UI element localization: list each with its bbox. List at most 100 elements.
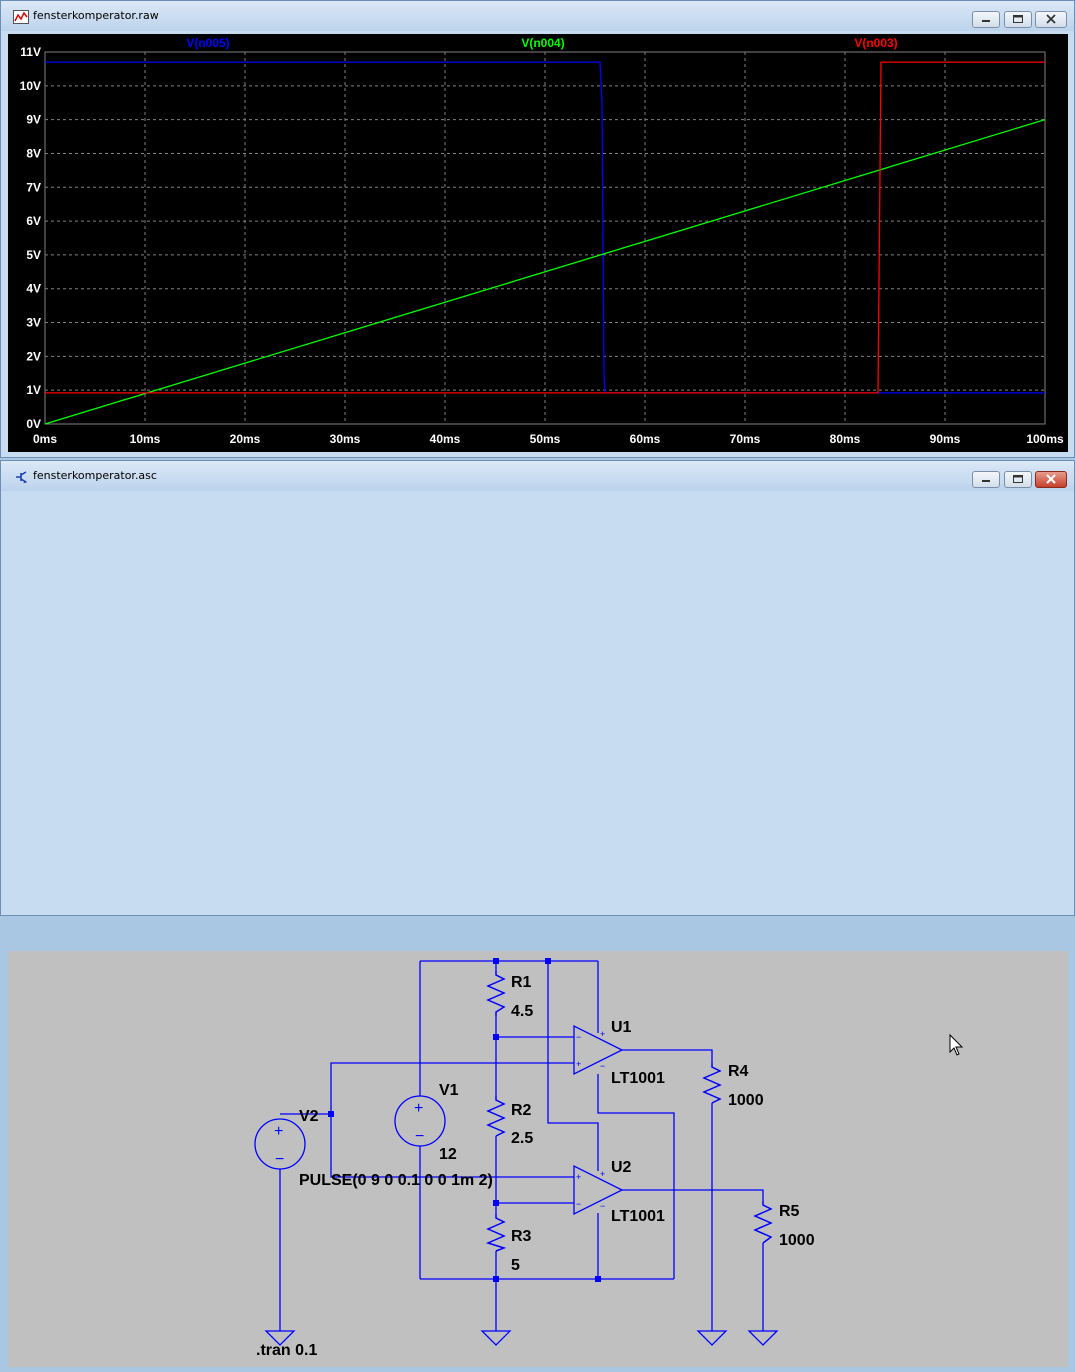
u1-vplus-sign: + <box>600 1029 605 1039</box>
v1-minus-sign: − <box>415 1128 424 1145</box>
y-tick-label: 0V <box>26 417 41 431</box>
v2-name: V2 <box>299 1108 319 1125</box>
minimize-icon <box>982 20 990 22</box>
waveform-chart[interactable]: 0ms 10ms 20ms 30ms 40ms 50ms 60ms 70ms 80ms 90ms 1… <box>8 34 1068 452</box>
plot-window: fensterkomperator.raw 0ms 10ms 20ms 30ms 40m… <box>0 0 1075 458</box>
plot-window-title: fensterkomperator.raw <box>33 9 159 22</box>
junction-dot <box>493 958 499 964</box>
y-tick-label: 8V <box>26 146 41 160</box>
x-tick-label: 0ms <box>33 432 57 446</box>
simulation-directive: .tran 0.1 <box>256 1342 317 1359</box>
u2-vminus-sign: − <box>600 1201 605 1211</box>
maximize-icon <box>1013 15 1023 23</box>
legend-label: V(n005) <box>186 36 229 50</box>
waveform-app-icon <box>13 10 29 24</box>
y-tick-label: 9V <box>26 113 41 127</box>
v2-minus-sign: − <box>275 1151 284 1168</box>
restore-button[interactable] <box>1004 471 1032 488</box>
restore-icon <box>1013 475 1023 483</box>
junction-dot <box>493 1034 499 1040</box>
r3-name: R3 <box>511 1228 532 1245</box>
ground-r5-icon <box>747 1330 779 1346</box>
mouse-cursor-icon <box>949 1033 964 1056</box>
schematic-canvas[interactable]: − + + − + − + − + − + − R1 4.5 R2 2.5 R3… <box>8 951 1068 1367</box>
minimize-button[interactable] <box>972 11 1000 28</box>
r5-value: 1000 <box>779 1232 815 1249</box>
u2-vplus-sign: + <box>600 1169 605 1179</box>
y-tick-label: 3V <box>26 316 41 330</box>
wire-u1-out <box>622 1049 713 1063</box>
ground-r4-icon <box>696 1330 728 1346</box>
x-tick-label: 80ms <box>830 432 861 446</box>
r1-symbol <box>486 971 506 1016</box>
u2-plus-sign: + <box>576 1172 581 1182</box>
plot-pane[interactable]: 0ms 10ms 20ms 30ms 40ms 50ms 60ms 70ms 80ms 90ms 1… <box>8 34 1068 452</box>
r5-symbol <box>753 1201 773 1244</box>
r4-symbol <box>702 1063 722 1104</box>
minimize-icon <box>982 480 990 482</box>
x-tick-label: 90ms <box>930 432 961 446</box>
r4-name: R4 <box>728 1063 749 1080</box>
x-tick-label: 20ms <box>230 432 261 446</box>
u1-vminus-sign: − <box>600 1061 605 1071</box>
wire-u2-out <box>622 1189 764 1201</box>
schematic-window-title: fensterkomperator.asc <box>33 469 157 482</box>
u1-model: LT1001 <box>611 1070 665 1087</box>
schematic-window-titlebar[interactable]: fensterkomperator.asc <box>1 461 1074 491</box>
u2-name: U2 <box>611 1159 632 1176</box>
junction-dot <box>493 1276 499 1282</box>
x-tick-label: 40ms <box>430 432 461 446</box>
junction-dot <box>595 1276 601 1282</box>
r2-value: 2.5 <box>511 1130 533 1147</box>
legend-label: V(n004) <box>521 36 564 50</box>
r2-name: R2 <box>511 1102 532 1119</box>
plot-window-titlebar[interactable]: fensterkomperator.raw <box>1 1 1074 31</box>
maximize-button[interactable] <box>1004 11 1032 28</box>
x-tick-label: 70ms <box>730 432 761 446</box>
schematic-drawing[interactable]: − + + − + − + − + − + − R1 4.5 R2 2.5 R3… <box>8 951 1068 1367</box>
x-tick-label: 100ms <box>1026 432 1064 446</box>
y-tick-label: 6V <box>26 214 41 228</box>
x-tick-label: 10ms <box>130 432 161 446</box>
schematic-window: fensterkomperator.asc − + + − + − + − + … <box>0 460 1075 1367</box>
close-icon <box>1046 14 1056 24</box>
u2-model: LT1001 <box>611 1208 665 1225</box>
r3-symbol <box>485 1214 507 1252</box>
legend-label: V(n003) <box>854 36 897 50</box>
y-tick-label: 1V <box>26 383 41 397</box>
r5-name: R5 <box>779 1203 800 1220</box>
r2-symbol <box>486 1096 506 1137</box>
junction-dot <box>328 1111 334 1117</box>
u1-plus-sign: + <box>576 1059 581 1069</box>
r3-value: 5 <box>511 1257 520 1274</box>
close-icon <box>1046 474 1056 484</box>
y-tick-label: 4V <box>26 282 41 296</box>
u2-minus-sign: − <box>576 1199 581 1209</box>
v2-plus-sign: + <box>274 1123 283 1140</box>
y-tick-label: 7V <box>26 180 41 194</box>
r1-name: R1 <box>511 974 532 991</box>
r4-value: 1000 <box>728 1092 764 1109</box>
schematic-app-icon <box>16 471 28 484</box>
x-tick-label: 60ms <box>630 432 661 446</box>
ground-divider-icon <box>480 1330 512 1346</box>
v2-value: PULSE(0 9 0 0.1 0 0 1m 2) <box>299 1172 493 1189</box>
v1-name: V1 <box>439 1082 459 1099</box>
y-tick-label: 10V <box>20 79 41 93</box>
y-tick-label: 11V <box>20 45 41 59</box>
u1-name: U1 <box>611 1019 632 1036</box>
close-button[interactable] <box>1035 471 1067 488</box>
minimize-button[interactable] <box>972 471 1000 488</box>
u1-minus-sign: − <box>576 1032 581 1042</box>
y-tick-label: 5V <box>26 248 41 262</box>
x-tick-label: 30ms <box>330 432 361 446</box>
v1-plus-sign: + <box>414 1100 423 1117</box>
close-button[interactable] <box>1035 11 1067 28</box>
y-tick-label: 2V <box>26 349 41 363</box>
junction-dot <box>545 958 551 964</box>
r1-value: 4.5 <box>511 1003 533 1020</box>
v1-value: 12 <box>439 1146 457 1163</box>
wire-u1-vminus <box>597 1074 675 1279</box>
x-tick-label: 50ms <box>530 432 561 446</box>
junction-dot <box>493 1200 499 1206</box>
